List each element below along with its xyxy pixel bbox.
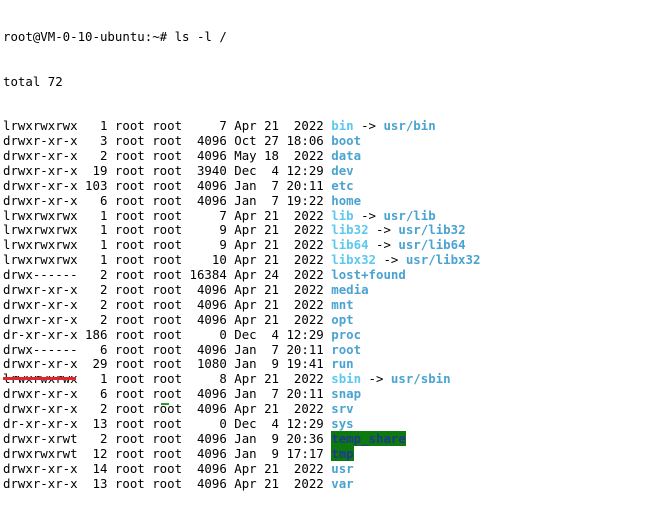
total-line: total 72	[3, 73, 63, 89]
link-arrow: ->	[376, 252, 406, 268]
row-meta: drwxr-xr-x 19 root root 3940 Dec 4 12:29	[3, 162, 332, 178]
listing-row: drwxr-xr-x 6 root root 4096 Jan 7 19:22 …	[3, 192, 643, 209]
row-meta: lrwxrwxrwx 1 root root 7 Apr 21 2022	[3, 118, 332, 134]
file-name: lib32	[331, 222, 369, 238]
file-name: srv	[331, 401, 354, 417]
link-target: usr/lib64	[398, 237, 466, 253]
listing-row: drwxr-xr-x 29 root root 1080 Jan 9 19:41…	[3, 357, 643, 372]
row-meta: drwxr-xr-x 3 root root 4096 Oct 27 18:06	[3, 133, 332, 149]
row-meta: drwxr-xr-x 2 root root 4096 Apr 21 2022	[3, 311, 332, 327]
file-name: tmp	[331, 445, 354, 461]
link-arrow: ->	[368, 237, 399, 253]
row-meta: drwxr-xr-x 2 root root 4096 Apr 21 2022	[3, 296, 332, 312]
row-meta: drwx------ 6 root root 4096 Jan 7 20:11	[3, 341, 332, 357]
red-underline-annotation	[3, 377, 76, 380]
listing-row: lrwxrwxrwx 1 root root 9 Apr 21 2022 lib…	[3, 223, 643, 238]
row-meta: drwxr-xr-x 6 root root 4096 Jan 7 19:22	[3, 192, 332, 208]
link-target: usr/libx32	[405, 252, 481, 268]
listing-row: drwxr-xr-x 3 root root 4096 Oct 27 18:06…	[3, 133, 643, 149]
listing-row: drwxr-xr-x 2 root root 4096 May 18 2022 …	[3, 148, 643, 164]
file-name: usr	[331, 460, 354, 476]
row-meta: drwxr-xr-x 2 root root 4096 May 18 2022	[3, 148, 332, 163]
file-name: lib	[331, 207, 354, 223]
terminal-window[interactable]: root@VM-0-10-ubuntu:~# ls -l / total 72 …	[3, 0, 643, 491]
row-meta: lrwxrwxrwx 1 root root 7 Apr 21 2022	[3, 207, 332, 223]
row-meta: drwxr-xr-x 2 root root 4096 Apr 21 2022	[3, 282, 332, 298]
row-meta: drwxr-xrwt 2 root root 4096 Jan 9 20:36	[3, 430, 332, 446]
listing-row: drwxr-xr-x 2 root root 4096 Apr 21 2022 …	[3, 311, 643, 328]
file-name: lib64	[331, 237, 369, 253]
cursor-marker	[161, 403, 169, 405]
command-prompt: root@VM-0-10-ubuntu:~# ls -l /	[3, 28, 227, 44]
file-name: root	[331, 341, 362, 357]
listing-row: lrwxrwxrwx 1 root root 10 Apr 21 2022 li…	[3, 252, 643, 268]
link-arrow: ->	[353, 118, 384, 134]
row-meta: dr-xr-xr-x 186 root root 0 Dec 4 12:29	[3, 326, 332, 342]
listing-row: drwxr-xr-x 19 root root 3940 Dec 4 12:29…	[3, 162, 643, 179]
link-arrow: ->	[353, 207, 384, 223]
file-name: libx32	[331, 252, 376, 268]
file-name: var	[331, 475, 354, 491]
listing-row: lrwxrwxrwx 1 root root 7 Apr 21 2022 bin…	[3, 118, 643, 134]
row-meta: lrwxrwxrwx 1 root root 9 Apr 21 2022	[3, 222, 332, 238]
file-name: bin	[331, 118, 354, 134]
listing-row: drwxr-xr-x 13 root root 4096 Apr 21 2022…	[3, 475, 643, 492]
link-target: usr/bin	[383, 118, 436, 134]
link-target: usr/sbin	[390, 371, 451, 387]
row-meta: lrwxrwxrwx 1 root root 10 Apr 21 2022	[3, 252, 332, 268]
row-meta: drwxr-xr-x 103 root root 4096 Jan 7 20:1…	[3, 177, 332, 193]
listing: lrwxrwxrwx 1 root root 7 Apr 21 2022 bin…	[3, 118, 643, 492]
file-name: sbin	[331, 371, 362, 387]
file-name: home	[331, 192, 362, 208]
listing-row: drwx------ 2 root root 16384 Apr 24 2022…	[3, 267, 643, 283]
row-meta: drwxrwxrwt 12 root root 4096 Jan 9 17:17	[3, 445, 332, 461]
listing-row: drwx------ 6 root root 4096 Jan 7 20:11 …	[3, 341, 643, 358]
row-meta: drwx------ 2 root root 16384 Apr 24 2022	[3, 267, 332, 283]
row-meta: drwxr-xr-x 13 root root 4096 Apr 21 2022	[3, 475, 332, 491]
listing-row: drwxr-xr-x 103 root root 4096 Jan 7 20:1…	[3, 177, 643, 194]
listing-row: drwxr-xr-x 2 root root 4096 Apr 21 2022 …	[3, 296, 643, 313]
listing-row: drwxr-xr-x 2 root root 4096 Apr 21 2022 …	[3, 282, 643, 298]
file-name: opt	[331, 311, 354, 327]
link-target: usr/lib32	[398, 222, 466, 238]
row-meta: lrwxrwxrwx 1 root root 9 Apr 21 2022	[3, 237, 332, 253]
file-name: run	[331, 356, 354, 372]
file-name: dev	[331, 162, 354, 178]
file-name: data	[331, 148, 362, 163]
row-meta: drwxr-xr-x 6 root root 4096 Jan 7 20:11	[3, 386, 332, 402]
listing-row: drwxrwxrwt 12 root root 4096 Jan 9 17:17…	[3, 445, 643, 462]
link-arrow: ->	[368, 222, 399, 238]
file-name: etc	[331, 177, 354, 193]
listing-row: drwxr-xr-x 2 root root 4096 Apr 21 2022 …	[3, 401, 643, 417]
listing-row: lrwxrwxrwx 1 root root 7 Apr 21 2022 lib…	[3, 207, 643, 224]
file-name: proc	[331, 326, 362, 342]
row-meta: drwxr-xr-x 14 root root 4096 Apr 21 2022	[3, 460, 332, 476]
link-target: usr/lib	[383, 207, 436, 223]
file-name: sys	[331, 416, 354, 432]
file-name: mnt	[331, 296, 354, 312]
file-name: media	[331, 282, 369, 298]
listing-row: drwxr-xrwt 2 root root 4096 Jan 9 20:36 …	[3, 430, 643, 447]
listing-row: lrwxrwxrwx 1 root root 9 Apr 21 2022 lib…	[3, 237, 643, 253]
file-name: temp_share	[331, 430, 406, 446]
row-meta: drwxr-xr-x 29 root root 1080 Jan 9 19:41	[3, 356, 332, 372]
listing-row: dr-xr-xr-x 186 root root 0 Dec 4 12:29 p…	[3, 326, 643, 343]
file-name: snap	[331, 386, 362, 402]
file-name: lost+found	[331, 267, 406, 283]
file-name: boot	[331, 133, 362, 149]
listing-row: lrwxrwxrwx 1 root root 8 Apr 21 2022 sbi…	[3, 371, 643, 387]
row-meta: dr-xr-xr-x 13 root root 0 Dec 4 12:29	[3, 416, 332, 432]
listing-row: drwxr-xr-x 14 root root 4096 Apr 21 2022…	[3, 460, 643, 477]
link-arrow: ->	[361, 371, 391, 387]
listing-row: dr-xr-xr-x 13 root root 0 Dec 4 12:29 sy…	[3, 416, 643, 432]
listing-row: drwxr-xr-x 6 root root 4096 Jan 7 20:11 …	[3, 386, 643, 402]
